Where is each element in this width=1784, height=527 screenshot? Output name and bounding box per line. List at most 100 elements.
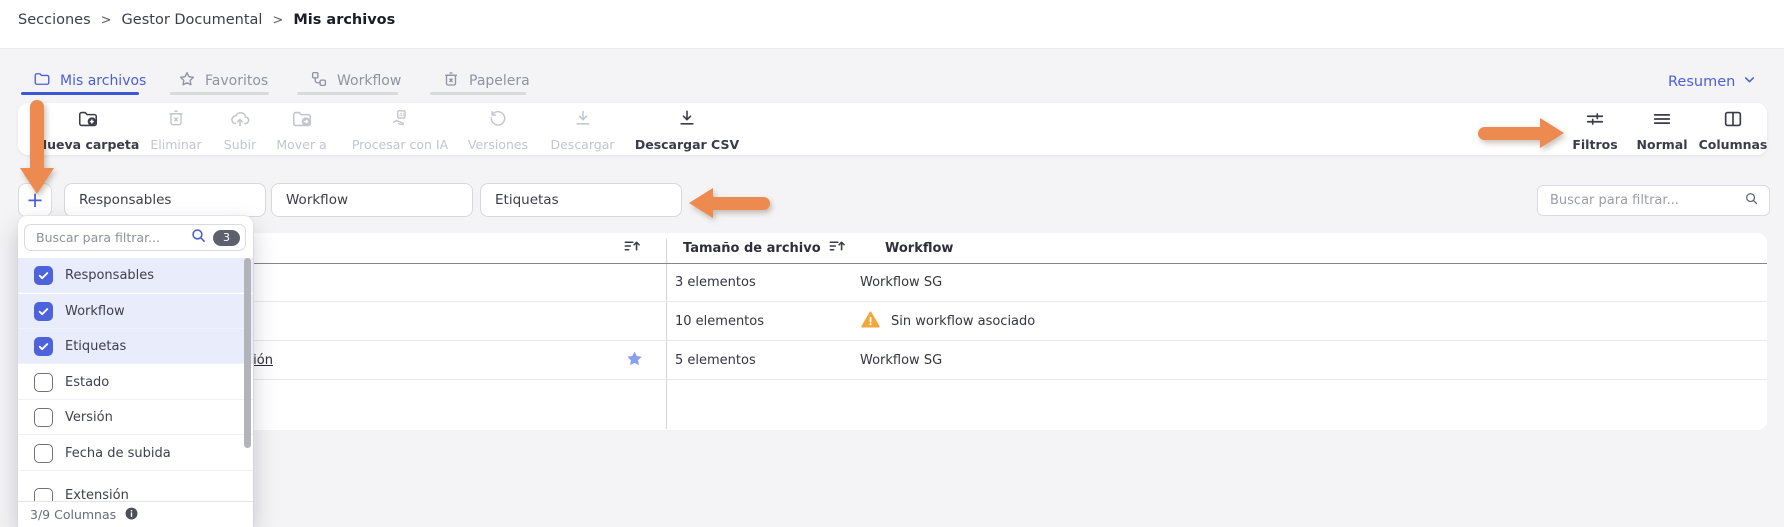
column-picker-search-input[interactable]: Buscar para filtrar... 3 [24, 224, 246, 251]
versions-button[interactable]: Versiones [458, 108, 538, 152]
option-label: Fecha de subida [65, 446, 171, 461]
option-label: Estado [65, 375, 109, 390]
download-icon [573, 108, 593, 131]
tab-label: Workflow [337, 73, 401, 89]
warning-icon [860, 309, 881, 334]
toolbar-label: Normal [1637, 138, 1688, 152]
workflow-icon [310, 70, 328, 92]
toolbar-label: Procesar con IA [352, 138, 448, 152]
density-icon [1651, 108, 1673, 133]
checkbox-checked-icon[interactable] [34, 266, 53, 285]
selected-count-badge: 3 [213, 230, 240, 246]
breadcrumb-separator: > [101, 13, 112, 28]
download-csv-icon [677, 108, 697, 131]
column-option-responsables[interactable]: Responsables [18, 258, 253, 293]
svg-text:AI: AI [399, 112, 405, 118]
cell-workflow: Sin workflow asociado [860, 302, 1035, 341]
toolbar-label: Subir [224, 138, 256, 152]
option-label: Versión [65, 410, 113, 425]
files-table: Tamaño de archivo Workflow 3 elementos W… [18, 233, 1767, 430]
density-normal-button[interactable]: Normal [1632, 108, 1692, 152]
column-header-name-sort[interactable] [622, 233, 642, 263]
columns-button[interactable]: Columnas [1698, 108, 1768, 152]
table-row[interactable]: ción 5 elementos Workflow SG [18, 341, 1767, 380]
move-to-icon [291, 108, 313, 133]
download-csv-button[interactable]: Descargar CSV [627, 108, 747, 152]
column-header-size[interactable]: Tamaño de archivo [683, 233, 821, 263]
tab-label: Favoritos [205, 73, 268, 89]
toolbar-label: Filtros [1572, 138, 1617, 152]
checkbox-unchecked-icon[interactable] [34, 373, 53, 392]
delete-button[interactable]: Eliminar [136, 108, 216, 152]
column-option-version[interactable]: Versión [18, 400, 253, 435]
star-icon [178, 70, 196, 92]
tab-indicator-active [21, 92, 139, 95]
column-picker-dropdown: Buscar para filtrar... 3 Responsables Wo… [18, 216, 253, 527]
search-icon [190, 227, 207, 248]
option-label: Workflow [65, 304, 125, 319]
ai-process-button[interactable]: AI Procesar con IA [340, 108, 460, 152]
tab-label: Papelera [469, 73, 530, 89]
checkbox-checked-icon[interactable] [34, 302, 53, 321]
tab-favoritos[interactable]: Favoritos [178, 68, 268, 94]
toolbar-label: Eliminar [150, 138, 201, 152]
tab-papelera[interactable]: Papelera [442, 68, 530, 94]
cell-size: 5 elementos [675, 341, 756, 380]
toolbar-label: Versiones [468, 138, 528, 152]
download-button[interactable]: Descargar [540, 108, 625, 152]
new-folder-button[interactable]: Nueva carpeta [33, 108, 143, 152]
column-header-label: Tamaño de archivo [683, 241, 821, 256]
new-folder-icon [77, 108, 99, 133]
folder-icon [33, 70, 51, 92]
scrollbar[interactable] [244, 258, 251, 448]
upload-button[interactable]: Subir [210, 108, 270, 152]
toolbar-label: Descargar CSV [635, 138, 739, 152]
info-icon [124, 506, 139, 524]
checkbox-unchecked-icon[interactable] [34, 444, 53, 463]
filter-chip-label: Responsables [79, 192, 171, 208]
search-placeholder: Buscar para filtrar... [36, 230, 190, 245]
column-header-workflow[interactable]: Workflow [885, 233, 953, 263]
filters-icon [1584, 108, 1606, 133]
toolbar-label: Mover a [276, 138, 326, 152]
column-picker-footer: 3/9 Columnas [18, 501, 253, 527]
option-label: Etiquetas [65, 339, 126, 354]
move-to-button[interactable]: Mover a [264, 108, 339, 152]
breadcrumb-item-gestor-documental[interactable]: Gestor Documental [122, 12, 263, 28]
column-option-workflow[interactable]: Workflow [18, 294, 253, 329]
favorite-star-icon[interactable] [625, 341, 644, 380]
column-header-label: Workflow [885, 241, 953, 256]
ai-process-icon: AI [389, 108, 411, 133]
toolbar-label: Nueva carpeta [37, 138, 140, 152]
option-label: Responsables [65, 268, 154, 283]
checkbox-checked-icon[interactable] [34, 337, 53, 356]
tab-workflow[interactable]: Workflow [310, 68, 401, 94]
column-header-size-sort[interactable] [827, 233, 847, 263]
tab-mis-archivos[interactable]: Mis archivos [33, 68, 146, 94]
breadcrumb-item-mis-archivos: Mis archivos [293, 12, 395, 28]
table-row[interactable]: 10 elementos Sin workflow asociado [18, 302, 1767, 341]
tab-indicator [297, 92, 398, 95]
column-option-fecha-de-subida[interactable]: Fecha de subida [18, 436, 253, 471]
table-search-input[interactable]: Buscar para filtrar... [1537, 185, 1770, 216]
breadcrumb-item-secciones[interactable]: Secciones [18, 12, 91, 28]
filters-button[interactable]: Filtros [1565, 108, 1625, 152]
checkbox-unchecked-icon[interactable] [34, 408, 53, 427]
sort-icon [622, 236, 642, 260]
column-option-estado[interactable]: Estado [18, 365, 253, 400]
table-row[interactable]: 3 elementos Workflow SG [18, 263, 1767, 302]
search-placeholder: Buscar para filtrar... [1550, 193, 1744, 208]
filter-chip-etiquetas[interactable]: Etiquetas [480, 183, 682, 217]
columns-icon [1722, 108, 1744, 133]
versions-icon [488, 108, 508, 131]
footer-count: 3/9 Columnas [30, 507, 116, 522]
cell-workflow: Workflow SG [860, 341, 942, 380]
column-option-etiquetas[interactable]: Etiquetas [18, 329, 253, 364]
tab-indicator [170, 92, 269, 95]
filter-chip-workflow[interactable]: Workflow [271, 183, 473, 217]
sort-icon [827, 236, 847, 260]
filter-chip-responsables[interactable]: Responsables [64, 183, 266, 217]
tab-indicator [430, 92, 526, 95]
summary-toggle[interactable]: Resumen [1668, 72, 1757, 91]
search-icon [1744, 191, 1759, 210]
